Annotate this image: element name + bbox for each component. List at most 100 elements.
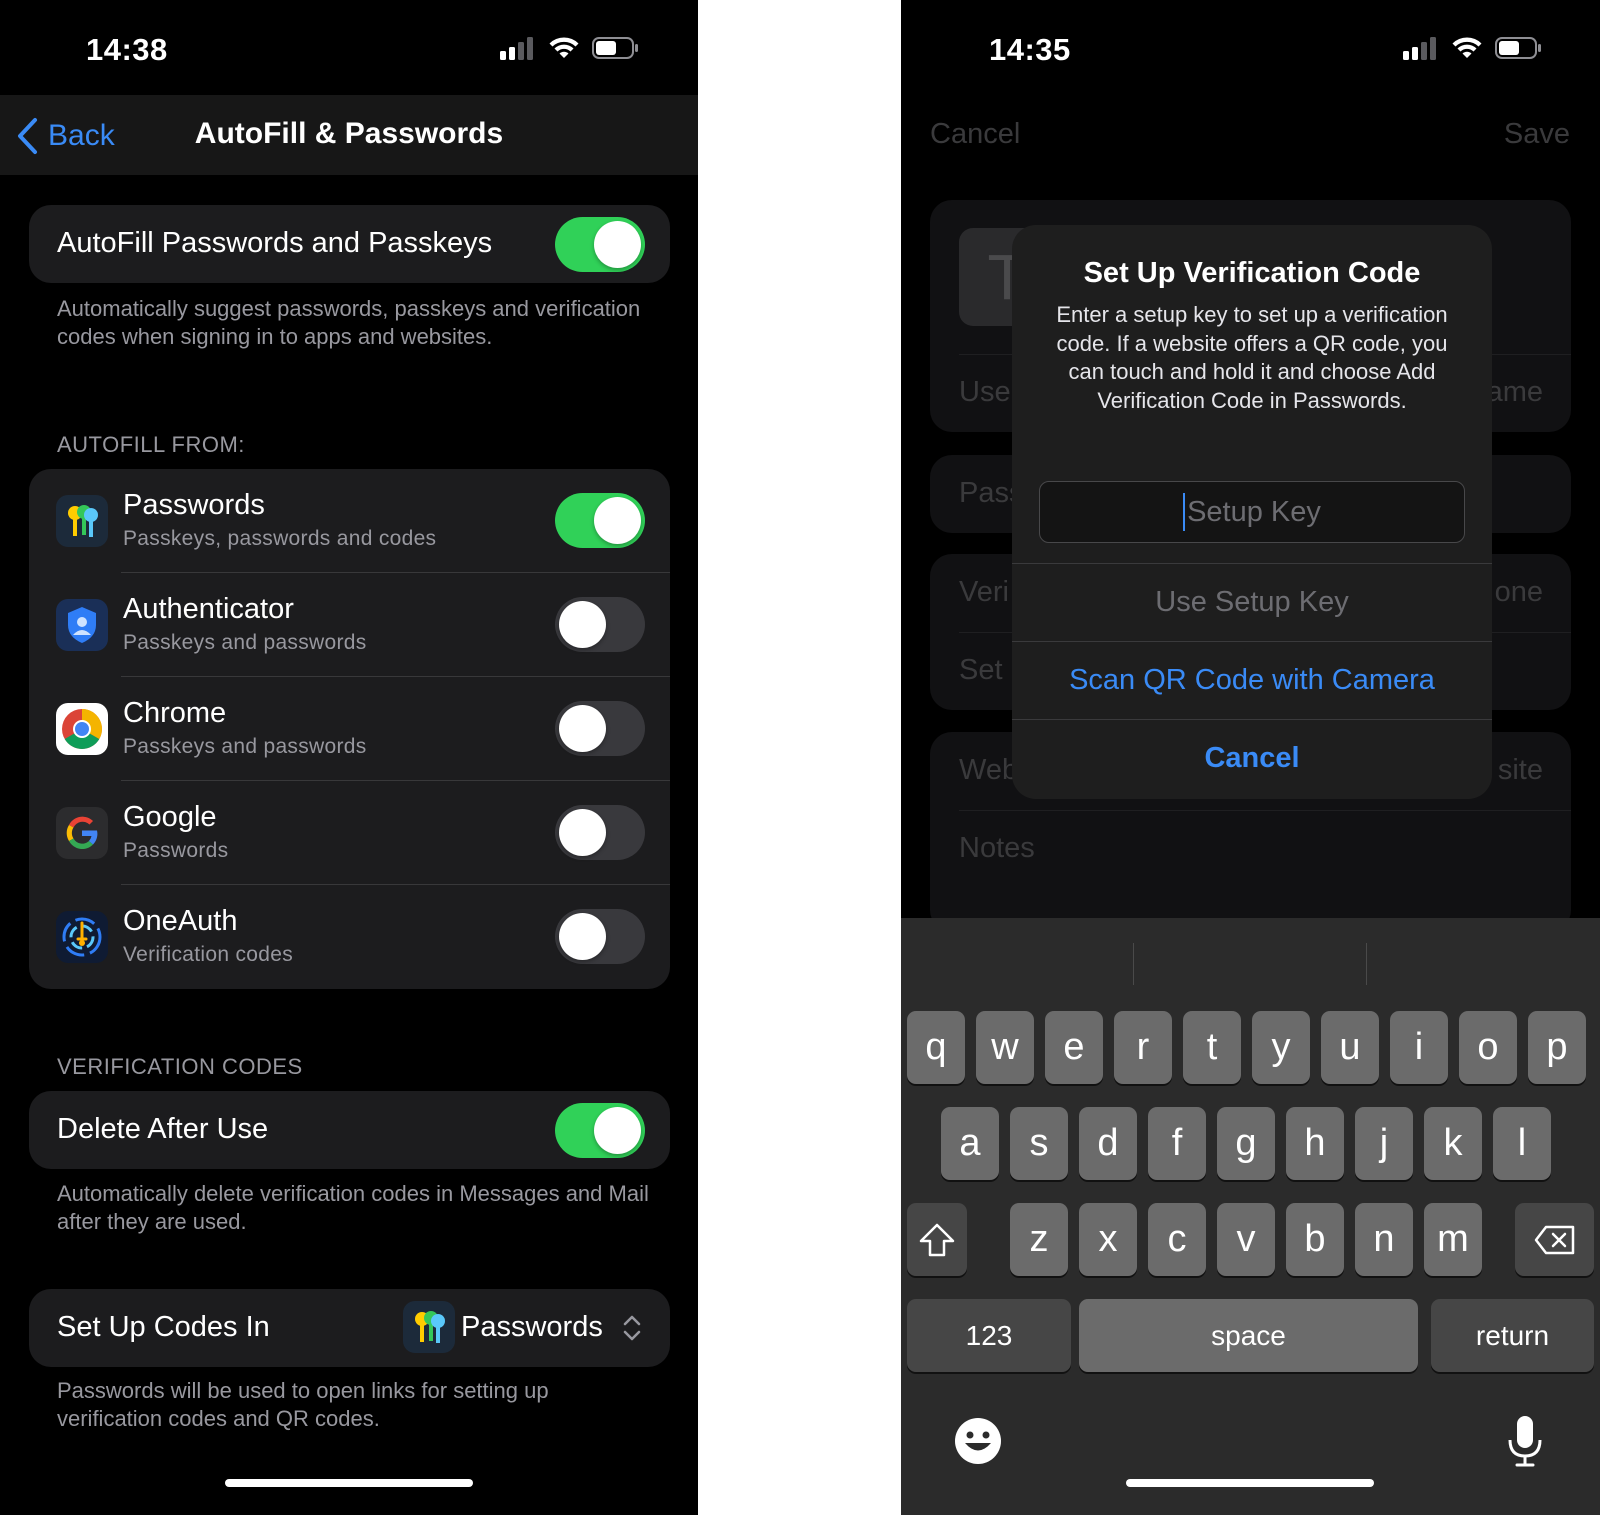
- space-key[interactable]: space: [1079, 1299, 1418, 1372]
- right-phone-screen: 14:35 Cancel Save T Use ame Pass Veri on…: [901, 0, 1600, 1515]
- numbers-key[interactable]: 123: [907, 1299, 1071, 1372]
- app-name: Passwords: [123, 489, 265, 521]
- key-t[interactable]: t: [1183, 1011, 1241, 1084]
- cellular-signal-icon: [1403, 37, 1436, 60]
- key-p[interactable]: p: [1528, 1011, 1586, 1084]
- shift-key[interactable]: [907, 1203, 967, 1276]
- key-x[interactable]: x: [1079, 1203, 1137, 1276]
- keyboard: qwertyuiop asdfghjkl zxcvbnm 123 space r…: [901, 918, 1600, 1515]
- verification-code-alert: Set Up Verification Code Enter a setup k…: [1012, 225, 1492, 799]
- status-time: 14:38: [86, 32, 168, 67]
- key-c[interactable]: c: [1148, 1203, 1206, 1276]
- setup-codes-in-label: Set Up Codes In: [57, 1311, 270, 1343]
- key-a[interactable]: a: [941, 1107, 999, 1180]
- key-w[interactable]: w: [976, 1011, 1034, 1084]
- passwords-toggle[interactable]: [555, 493, 645, 548]
- shift-icon: [919, 1223, 955, 1256]
- key-v[interactable]: v: [1217, 1203, 1275, 1276]
- list-item-chrome: Chrome Passkeys and passwords: [29, 677, 670, 781]
- autofill-toggle[interactable]: [555, 217, 645, 272]
- chrome-app-icon: [56, 703, 108, 755]
- key-e[interactable]: e: [1045, 1011, 1103, 1084]
- delete-key[interactable]: [1515, 1203, 1594, 1276]
- app-name: Authenticator: [123, 593, 294, 625]
- delete-footnote: Automatically delete verification codes …: [57, 1181, 649, 1234]
- autofill-label: AutoFill Passwords and Passkeys: [57, 227, 493, 259]
- delete-after-use-toggle[interactable]: [555, 1103, 645, 1158]
- delete-after-use-label: Delete After Use: [57, 1113, 269, 1145]
- alert-cancel-button[interactable]: Cancel: [1012, 719, 1492, 797]
- key-i[interactable]: i: [1390, 1011, 1448, 1084]
- key-q[interactable]: q: [907, 1011, 965, 1084]
- autofill-from-list: Passwords Passkeys, passwords and codes …: [29, 469, 670, 989]
- key-n[interactable]: n: [1355, 1203, 1413, 1276]
- key-r[interactable]: r: [1114, 1011, 1172, 1084]
- cancel-button[interactable]: Cancel: [930, 118, 1020, 151]
- backspace-icon: [1534, 1225, 1574, 1254]
- autofill-footnote: Automatically suggest passwords, passkey…: [57, 296, 641, 349]
- list-item-passwords: Passwords Passkeys, passwords and codes: [29, 469, 670, 573]
- setup-key-placeholder: Setup Key: [1187, 495, 1321, 528]
- key-s[interactable]: s: [1010, 1107, 1068, 1180]
- app-name: Chrome: [123, 697, 227, 729]
- microphone-icon[interactable]: [1505, 1414, 1545, 1468]
- google-app-icon: [56, 807, 108, 859]
- battery-icon: [1495, 37, 1541, 59]
- authenticator-app-icon: [56, 599, 108, 651]
- key-k[interactable]: k: [1424, 1107, 1482, 1180]
- key-j[interactable]: j: [1355, 1107, 1413, 1180]
- key-b[interactable]: b: [1286, 1203, 1344, 1276]
- app-name: OneAuth: [123, 905, 238, 937]
- setup-codes-in-card[interactable]: Set Up Codes In Passwords: [29, 1289, 670, 1367]
- key-o[interactable]: o: [1459, 1011, 1517, 1084]
- chrome-toggle[interactable]: [555, 701, 645, 756]
- emoji-icon[interactable]: [953, 1416, 1003, 1466]
- app-name: Google: [123, 801, 217, 833]
- key-u[interactable]: u: [1321, 1011, 1379, 1084]
- scan-qr-code-button[interactable]: Scan QR Code with Camera: [1012, 641, 1492, 719]
- key-l[interactable]: l: [1493, 1107, 1551, 1180]
- battery-icon: [592, 37, 638, 59]
- user-label-fragment: Use: [959, 376, 1011, 408]
- key-d[interactable]: d: [1079, 1107, 1137, 1180]
- user-value-fragment: ame: [1486, 376, 1543, 408]
- notes-field[interactable]: Notes: [959, 832, 1035, 865]
- verification-label-fragment: Veri: [959, 576, 1009, 608]
- oneauth-toggle[interactable]: [555, 909, 645, 964]
- cellular-signal-icon: [500, 37, 533, 60]
- home-indicator: [225, 1479, 473, 1487]
- setup-label-fragment: Set: [959, 654, 1003, 686]
- return-key[interactable]: return: [1431, 1299, 1594, 1372]
- text-caret: [1183, 493, 1186, 531]
- status-icons: [500, 36, 640, 60]
- key-z[interactable]: z: [1010, 1203, 1068, 1276]
- app-subtitle: Passkeys and passwords: [123, 631, 367, 654]
- autofill-from-header: AUTOFILL FROM:: [57, 432, 245, 457]
- home-indicator: [1126, 1479, 1374, 1487]
- key-m[interactable]: m: [1424, 1203, 1482, 1276]
- authenticator-toggle[interactable]: [555, 597, 645, 652]
- setup-key-input[interactable]: Setup Key: [1039, 481, 1465, 543]
- website-label-fragment: Web: [959, 754, 1019, 786]
- left-phone-screen: 14:38 Back AutoFill & Passwords AutoFill…: [0, 0, 698, 1515]
- key-g[interactable]: g: [1217, 1107, 1275, 1180]
- key-h[interactable]: h: [1286, 1107, 1344, 1180]
- wifi-icon: [1452, 37, 1482, 58]
- alert-message: Enter a setup key to set up a verificati…: [1056, 302, 1448, 413]
- autofill-card: AutoFill Passwords and Passkeys: [29, 205, 670, 283]
- save-button[interactable]: Save: [1504, 118, 1570, 151]
- key-f[interactable]: f: [1148, 1107, 1206, 1180]
- app-subtitle: Verification codes: [123, 943, 293, 966]
- status-icons: [1403, 36, 1543, 60]
- key-y[interactable]: y: [1252, 1011, 1310, 1084]
- use-setup-key-button[interactable]: Use Setup Key: [1012, 563, 1492, 641]
- oneauth-app-icon: [56, 911, 108, 963]
- delete-after-use-card: Delete After Use: [29, 1091, 670, 1169]
- navigation-bar: Back AutoFill & Passwords: [0, 95, 698, 175]
- google-toggle[interactable]: [555, 805, 645, 860]
- setup-footnote: Passwords will be used to open links for…: [57, 1378, 549, 1431]
- list-item-google: Google Passwords: [29, 781, 670, 885]
- alert-title: Set Up Verification Code: [1083, 257, 1421, 289]
- verification-codes-header: VERIFICATION CODES: [57, 1054, 303, 1079]
- verification-value-fragment: one: [1494, 576, 1543, 608]
